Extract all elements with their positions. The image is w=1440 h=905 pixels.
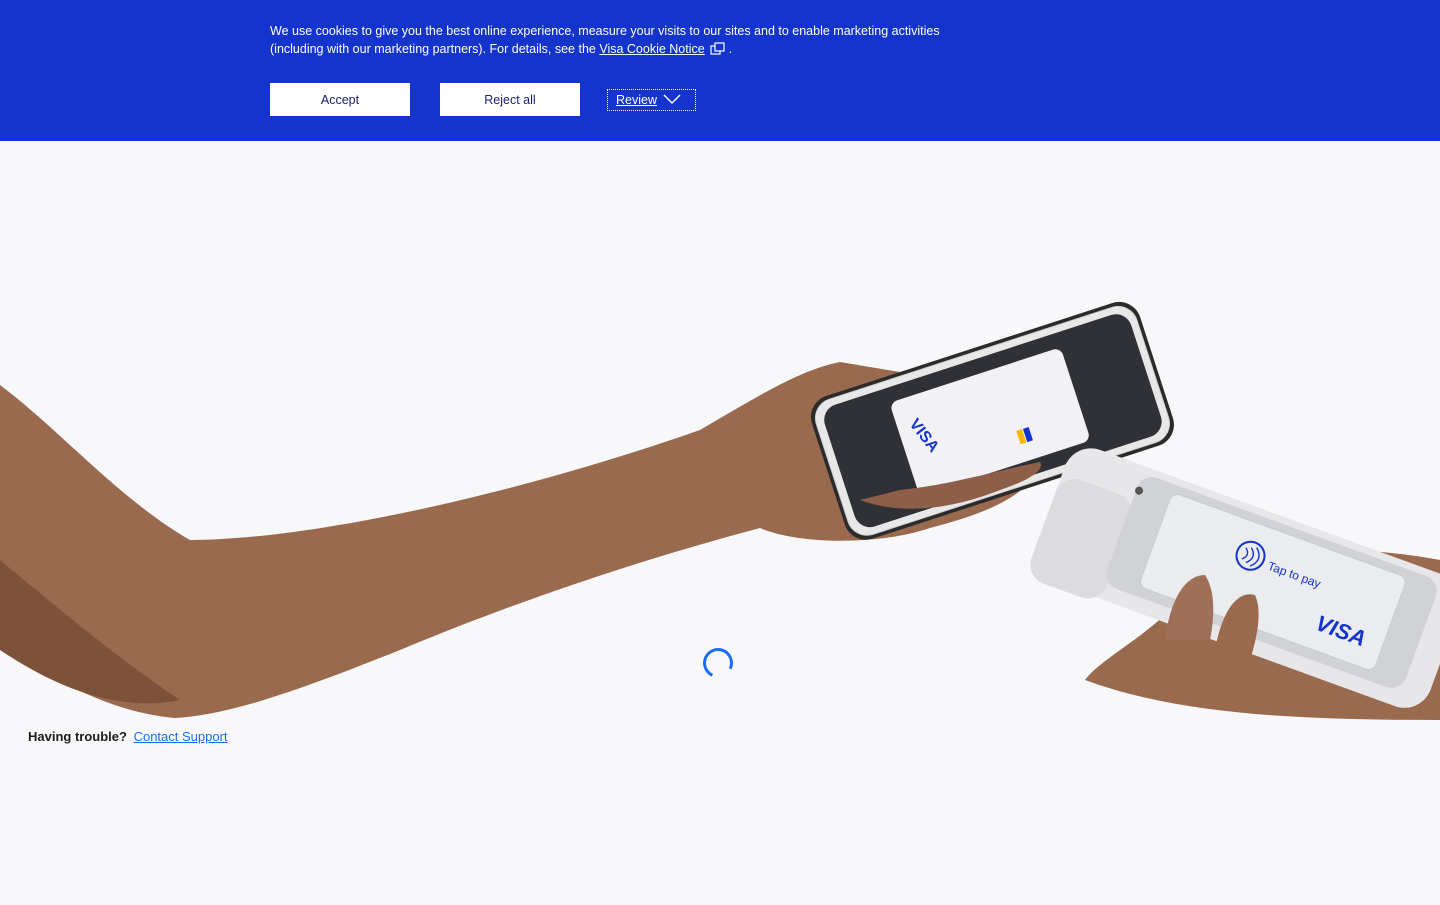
cookie-banner: We use cookies to give you the best onli… [0,0,1440,141]
cookie-notice-link[interactable]: Visa Cookie Notice [599,42,704,56]
help-question: Having trouble? [28,729,127,744]
review-label: Review [616,93,657,107]
accept-button[interactable]: Accept [270,83,410,116]
reject-all-button[interactable]: Reject all [440,83,580,116]
external-link-icon [710,42,725,60]
hero-illustration: VISA Tap to pay VISA [0,141,1440,900]
cookie-message-period: . [728,42,733,56]
cookie-message-line1: We use cookies to give you the best onli… [270,24,940,38]
help-text: Having trouble? Contact Support [28,729,228,744]
contact-support-link[interactable]: Contact Support [134,729,228,744]
cookie-message: We use cookies to give you the best onli… [270,22,960,60]
tap-to-pay-illustration: VISA Tap to pay VISA [0,301,1440,720]
cookie-message-line2: (including with our marketing partners).… [270,42,596,56]
chevron-down-icon [663,93,681,107]
review-button[interactable]: Review [607,89,696,111]
